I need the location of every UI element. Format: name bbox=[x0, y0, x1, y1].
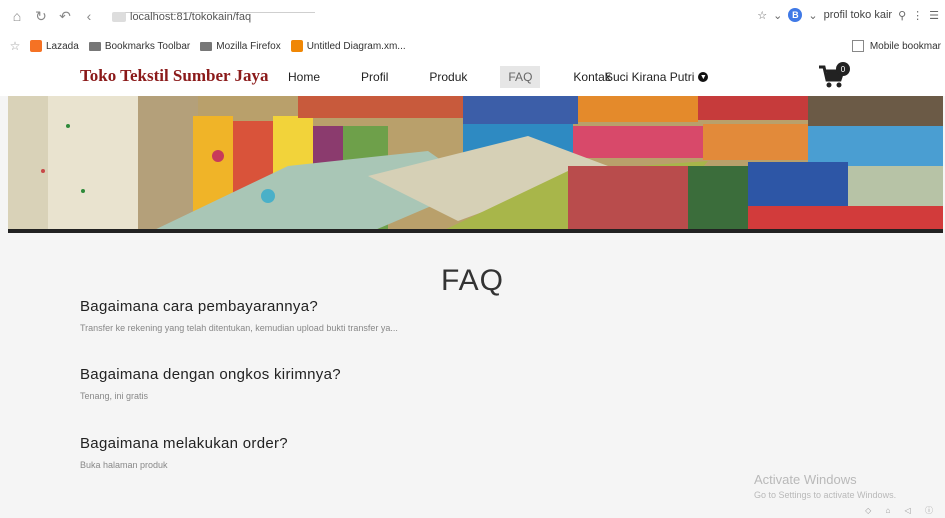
diagram-icon bbox=[290, 40, 303, 52]
nav-home[interactable]: Home bbox=[280, 66, 328, 88]
folder-icon bbox=[88, 41, 101, 51]
cart-button[interactable]: 0 bbox=[818, 62, 850, 90]
bookmark-firefox-folder[interactable]: Mozilla Firefox bbox=[200, 40, 281, 52]
search-engine-icon[interactable]: B bbox=[788, 8, 803, 22]
address-bar[interactable]: localhost:81/tokokain/faq bbox=[112, 7, 317, 27]
search-chevron-icon[interactable]: ⌄ bbox=[808, 9, 817, 22]
hero-divider bbox=[8, 229, 943, 233]
back-icon[interactable]: ‹ bbox=[80, 7, 98, 25]
hamburger-icon[interactable]: ☰ bbox=[929, 9, 939, 22]
browser-right-tools: ☆ ⌄ B ⌄ profil toko kair ⚲ ⋮ ☰ bbox=[757, 8, 939, 22]
user-dropdown[interactable]: Suci Kirana Putri ▼ bbox=[605, 70, 709, 84]
mobile-bookmarks[interactable]: Mobile bookmar bbox=[851, 40, 941, 52]
network-icon: ⌂ bbox=[885, 506, 897, 515]
bookmarks-bar: ☆ Lazada Bookmarks Toolbar Mozilla Firef… bbox=[0, 36, 945, 56]
faq-answer: Tenang, ini gratis bbox=[80, 391, 149, 401]
bookmark-toolbar-folder[interactable]: Bookmarks Toolbar bbox=[88, 40, 191, 52]
watermark-subtitle: Go to Settings to activate Windows. bbox=[754, 490, 897, 500]
reload-icon[interactable]: ↻ bbox=[32, 7, 50, 25]
nav-produk[interactable]: Produk bbox=[421, 66, 475, 88]
faq-item: Bagaimana dengan ongkos kirimnya? Tenang… bbox=[80, 366, 780, 401]
bookmark-label: Lazada bbox=[46, 40, 79, 52]
page-title: FAQ bbox=[440, 264, 504, 297]
bookmark-lazada[interactable]: Lazada bbox=[30, 40, 79, 52]
search-input[interactable]: profil toko kair bbox=[824, 9, 892, 21]
nav-faq[interactable]: FAQ bbox=[500, 66, 541, 88]
home-icon[interactable]: ⌂ bbox=[8, 7, 26, 25]
faq-item: Bagaimana melakukan order? Buka halaman … bbox=[80, 435, 780, 470]
mobile-bookmarks-label: Mobile bookmar bbox=[869, 40, 941, 52]
browser-toolbar: ⌂ ↻ ↶ ‹ localhost:81/tokokain/faq ☆ ⌄ B … bbox=[0, 0, 945, 37]
bookmark-label: Mozilla Firefox bbox=[216, 40, 281, 52]
menu-icon[interactable]: ⋮ bbox=[912, 9, 923, 22]
faq-question: Bagaimana melakukan order? bbox=[80, 435, 288, 452]
bookmark-diagram[interactable]: Untitled Diagram.xm... bbox=[290, 40, 406, 52]
fabric-shop-illustration bbox=[8, 96, 943, 233]
star-icon[interactable]: ☆ bbox=[757, 9, 767, 22]
folder-icon bbox=[200, 41, 213, 51]
faq-item: Bagaimana cara pembayarannya? Transfer k… bbox=[80, 298, 780, 333]
volume-icon: ◁ bbox=[904, 506, 917, 515]
bookmark-label: Untitled Diagram.xm... bbox=[306, 40, 406, 52]
nav-profil[interactable]: Profil bbox=[353, 66, 396, 88]
windows-activation-watermark: Activate Windows Go to Settings to activ… bbox=[754, 472, 896, 500]
hero-banner-image bbox=[8, 96, 943, 233]
site-security-icon bbox=[112, 12, 126, 22]
faq-answer: Buka halaman produk bbox=[80, 460, 168, 470]
lazada-icon bbox=[30, 40, 42, 52]
user-name: Suci Kirana Putri bbox=[605, 70, 695, 84]
bookmark-label: Bookmarks Toolbar bbox=[104, 40, 191, 52]
tray-icon: ◇ bbox=[865, 506, 878, 515]
browser-nav-buttons: ⌂ ↻ ↶ ‹ bbox=[8, 7, 98, 25]
watermark-title: Activate Windows bbox=[754, 472, 857, 487]
faq-question: Bagaimana dengan ongkos kirimnya? bbox=[80, 366, 341, 383]
site-navbar: Toko Tekstil Sumber Jaya Home Profil Pro… bbox=[0, 56, 945, 96]
chevron-down-icon: ▼ bbox=[698, 72, 709, 82]
brand-logo[interactable]: Toko Tekstil Sumber Jaya bbox=[80, 66, 269, 86]
url-text: localhost:81/tokokain/faq bbox=[130, 11, 252, 23]
cart-count-badge: 0 bbox=[836, 62, 850, 76]
mobile-folder-icon bbox=[851, 40, 864, 52]
faq-question: Bagaimana cara pembayarannya? bbox=[80, 298, 319, 315]
search-icon[interactable]: ⚲ bbox=[898, 9, 906, 22]
faq-answer: Transfer ke rekening yang telah ditentuk… bbox=[80, 323, 398, 333]
main-menu: Home Profil Produk FAQ Kontak bbox=[280, 66, 644, 88]
info-icon: ⓘ bbox=[925, 506, 939, 515]
taskbar-tray: ◇ ⌂ ◁ ⓘ bbox=[865, 505, 939, 516]
bookmark-star-icon[interactable]: ☆ bbox=[6, 39, 24, 53]
undo-icon[interactable]: ↶ bbox=[56, 7, 74, 25]
chevron-down-icon[interactable]: ⌄ bbox=[773, 9, 782, 22]
